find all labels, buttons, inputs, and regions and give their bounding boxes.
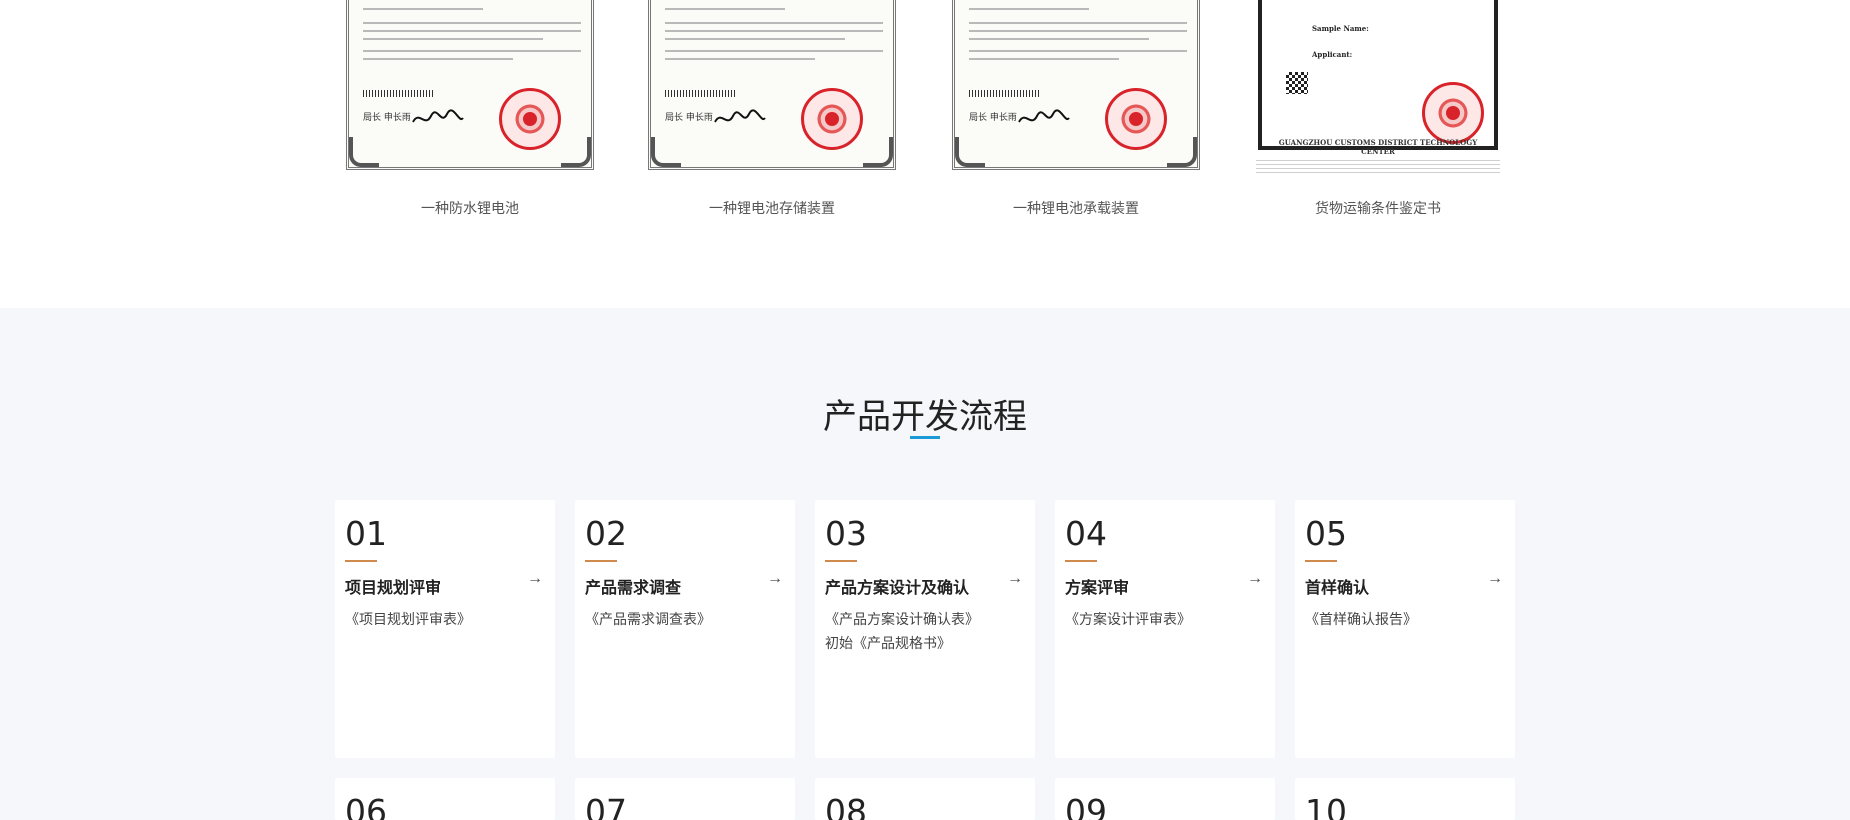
official-seal-icon: [1105, 88, 1167, 150]
field-label: Applicant:: [1312, 50, 1353, 59]
certificate-gallery: 局长 申长雨 一种防水锂电池 局长 申长雨 一种锂电池存储装置 局长 申长雨 一…: [0, 0, 1850, 308]
step-divider: [345, 560, 377, 562]
certificate-caption: 货物运输条件鉴定书: [1315, 200, 1441, 216]
step-description: 《产品需求调查表》: [585, 607, 785, 631]
step-title: 方案评审: [1065, 580, 1130, 597]
official-seal-icon: [801, 88, 863, 150]
arrow-right-icon[interactable]: →: [767, 570, 783, 588]
official-seal-icon: [499, 88, 561, 150]
step-document: 《项目规划评审表》: [345, 611, 471, 627]
official-seal-icon: [1422, 82, 1484, 144]
certificate-caption: 一种锂电池承载装置: [1013, 200, 1139, 216]
step-description: 《首样确认报告》: [1305, 607, 1505, 631]
step-document: 《方案设计评审表》: [1065, 611, 1191, 627]
process-section: 产品开发流程 01 项目规划评审 → 《项目规划评审表》 02 产品需求调查 →…: [0, 308, 1850, 820]
section-title: 产品开发流程: [823, 398, 1027, 436]
process-step-card[interactable]: 09: [1055, 778, 1275, 820]
step-title: 产品方案设计及确认: [825, 580, 970, 597]
step-number: 02: [585, 514, 627, 553]
step-number: 05: [1305, 514, 1347, 553]
process-step-card[interactable]: 08: [815, 778, 1035, 820]
arrow-right-icon[interactable]: →: [1487, 570, 1503, 588]
title-underline: [910, 436, 940, 439]
certificate-card[interactable]: 局长 申长雨 一种防水锂电池: [340, 0, 600, 216]
arrow-right-icon[interactable]: →: [1247, 570, 1263, 588]
process-step-card[interactable]: 07: [575, 778, 795, 820]
certificate-caption: 一种防水锂电池: [421, 200, 519, 216]
process-step-card[interactable]: 10: [1295, 778, 1515, 820]
step-divider: [825, 560, 857, 562]
step-title: 项目规划评审: [345, 580, 442, 597]
process-step-card[interactable]: 02 产品需求调查 → 《产品需求调查表》: [575, 500, 795, 758]
step-description: 《方案设计评审表》: [1065, 607, 1265, 631]
step-document: 《产品方案设计确认表》: [825, 611, 979, 627]
step-divider: [585, 560, 617, 562]
signer-label: 局长 申长雨: [665, 113, 713, 123]
arrow-right-icon[interactable]: →: [1007, 570, 1023, 588]
issuer-label: GUANGZHOU CUSTOMS DISTRICT TECHNOLOGY CE…: [1278, 138, 1478, 156]
step-title: 产品需求调查: [585, 580, 682, 597]
step-document: 《产品需求调查表》: [585, 611, 711, 627]
certificate-image[interactable]: Sample Name: Applicant: GUANGZHOU CUSTOM…: [1248, 0, 1508, 185]
step-divider: [1305, 560, 1337, 562]
certificate-card[interactable]: Sample Name: Applicant: GUANGZHOU CUSTOM…: [1248, 0, 1508, 216]
step-title: 首样确认: [1305, 580, 1370, 597]
step-document: 《首样确认报告》: [1305, 611, 1417, 627]
process-step-card[interactable]: 01 项目规划评审 → 《项目规划评审表》: [335, 500, 555, 758]
step-number: 03: [825, 514, 867, 553]
certificate-card[interactable]: 局长 申长雨 一种锂电池承载装置: [946, 0, 1206, 216]
certificate-image[interactable]: 局长 申长雨: [642, 0, 902, 185]
step-number: 08: [825, 792, 867, 820]
step-number: 04: [1065, 514, 1107, 553]
process-step-card[interactable]: 06: [335, 778, 555, 820]
step-divider: [1065, 560, 1097, 562]
field-label: Sample Name:: [1312, 24, 1369, 33]
step-number: 07: [585, 792, 627, 820]
arrow-right-icon[interactable]: →: [527, 570, 543, 588]
process-step-card[interactable]: 03 产品方案设计及确认 → 《产品方案设计确认表》 初始《产品规格书》: [815, 500, 1035, 758]
qr-code-icon: [1286, 72, 1308, 94]
step-number: 09: [1065, 792, 1107, 820]
certificate-image[interactable]: 局长 申长雨: [340, 0, 600, 185]
step-number: 06: [345, 792, 387, 820]
process-step-card[interactable]: 05 首样确认 → 《首样确认报告》: [1295, 500, 1515, 758]
certificate-caption: 一种锂电池存储装置: [709, 200, 835, 216]
process-step-card[interactable]: 04 方案评审 → 《方案设计评审表》: [1055, 500, 1275, 758]
signer-label: 局长 申长雨: [969, 113, 1017, 123]
certificate-card[interactable]: 局长 申长雨 一种锂电池存储装置: [642, 0, 902, 216]
step-description: 《项目规划评审表》: [345, 607, 545, 631]
signer-label: 局长 申长雨: [363, 113, 411, 123]
step-number: 01: [345, 514, 387, 553]
certificate-image[interactable]: 局长 申长雨: [946, 0, 1206, 185]
step-number: 10: [1305, 792, 1347, 820]
step-description: 《产品方案设计确认表》 初始《产品规格书》: [825, 607, 1025, 655]
step-document: 初始《产品规格书》: [825, 635, 951, 651]
